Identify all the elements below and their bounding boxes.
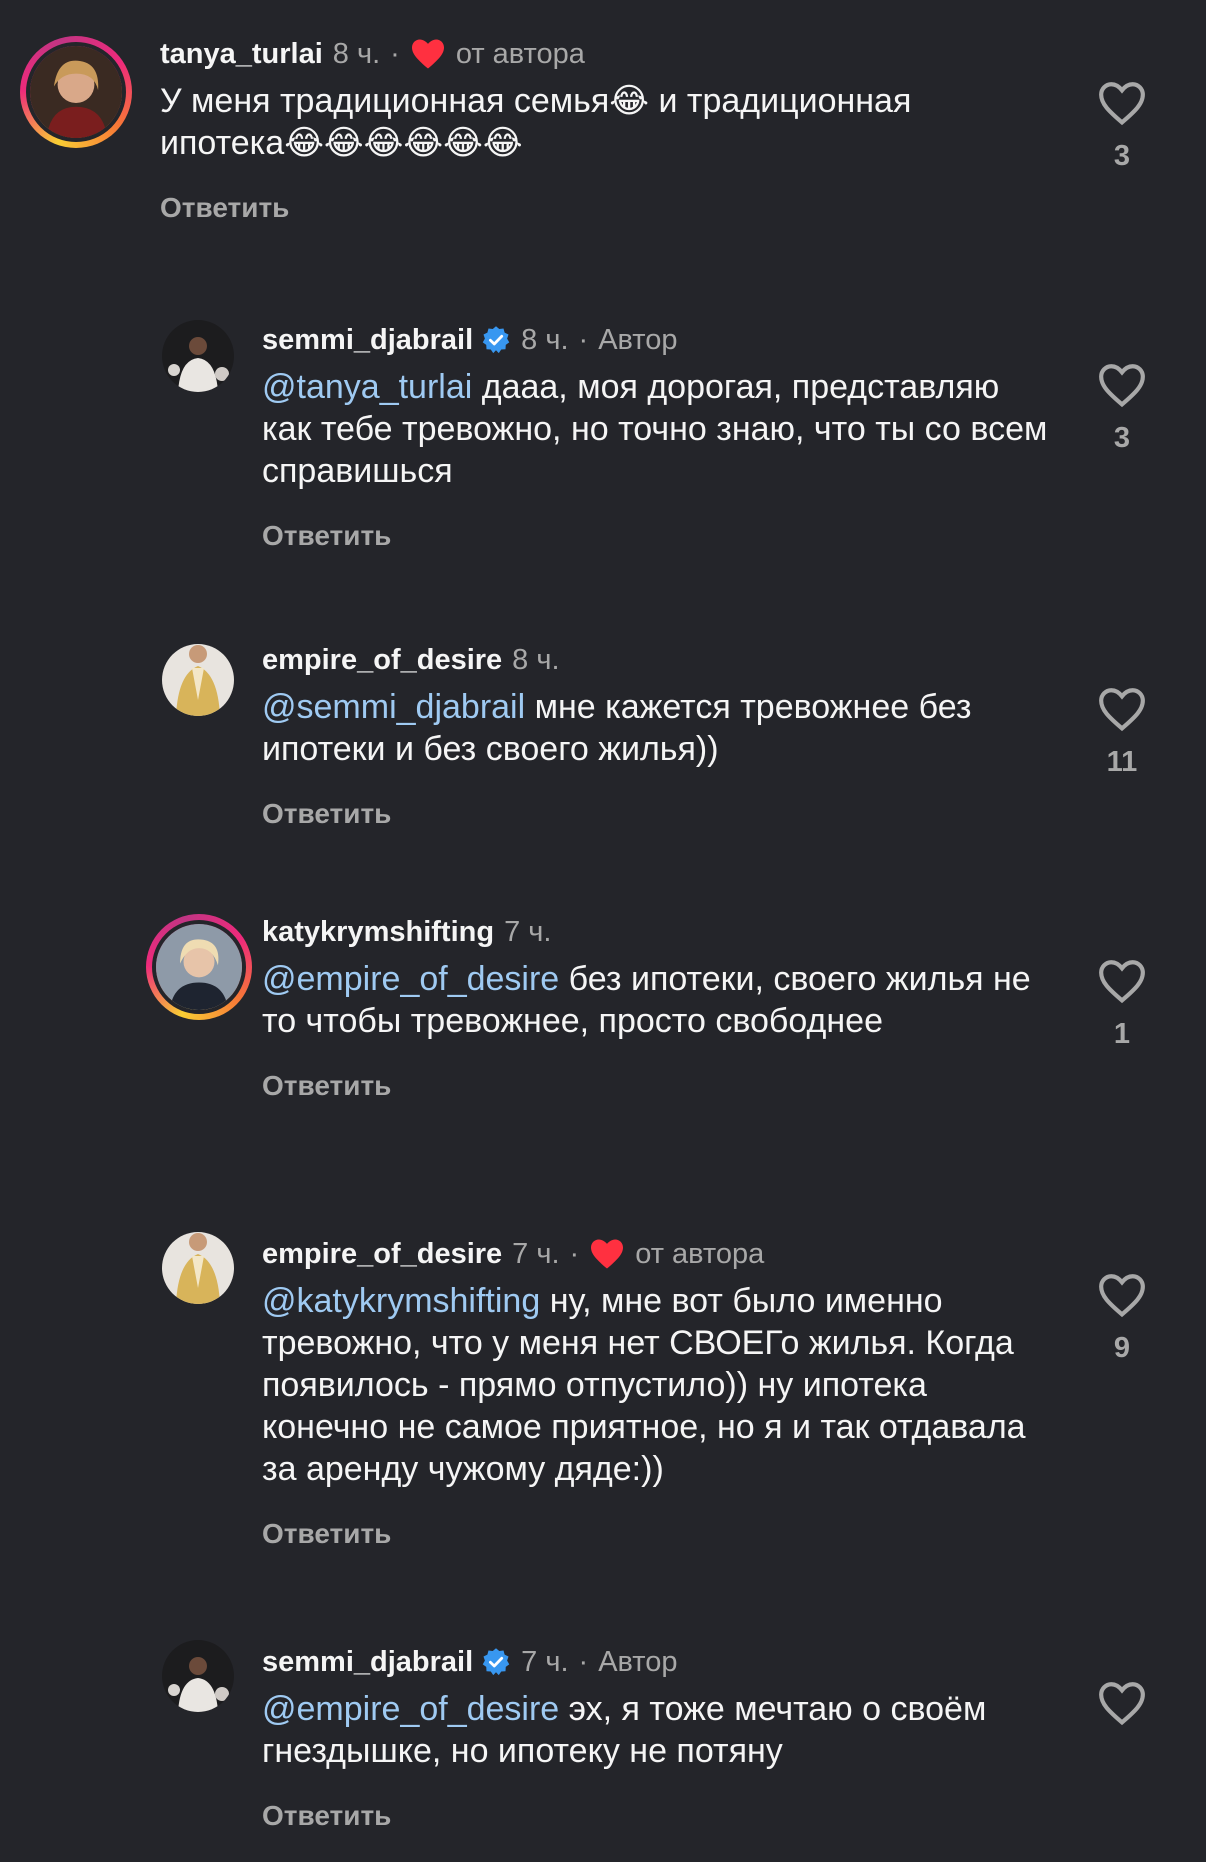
avatar-image: [152, 920, 246, 1014]
liked-by-author-label: от автора: [635, 1238, 765, 1270]
like-button[interactable]: 1: [1092, 958, 1152, 1051]
comment-meta: empire_of_desire 8 ч.: [262, 642, 1052, 678]
comment-meta: semmi_djabrail 7 ч. · Автор: [262, 1644, 1052, 1680]
avatar-image: [162, 320, 234, 392]
author-tag: Автор: [598, 1646, 678, 1678]
separator-dot: ·: [578, 324, 589, 356]
avatar-image: [26, 42, 126, 142]
heart-outline-icon: [1099, 688, 1145, 732]
like-button[interactable]: 3: [1092, 362, 1152, 455]
comment-body: empire_of_desire 7 ч. · от автора @katyk…: [262, 1236, 1062, 1550]
timestamp: 7 ч.: [521, 1646, 569, 1678]
comment-meta: semmi_djabrail 8 ч. · Автор: [262, 322, 1052, 358]
like-count: 11: [1106, 746, 1138, 778]
comment-text-line: ипотека😂😂😂😂😂😂: [160, 124, 523, 162]
avatar-image: [162, 1232, 234, 1304]
username[interactable]: empire_of_desire: [262, 642, 502, 678]
like-count: 3: [1113, 422, 1131, 454]
mention-link[interactable]: @empire_of_desire: [262, 960, 559, 998]
comment-text: @empire_of_desire без ипотеки, своего жи…: [262, 958, 1052, 1042]
comment-text: @empire_of_desire эх, я тоже мечтаю о св…: [262, 1688, 1052, 1772]
timestamp: 7 ч.: [504, 916, 552, 948]
comment-text: У меня традиционная семья😂 и традиционна…: [160, 80, 1060, 164]
like-count: 9: [1113, 1332, 1131, 1364]
avatar-semmi-djabrail[interactable]: [162, 1640, 234, 1712]
heart-filled-icon: [591, 1239, 624, 1269]
avatar-empire-of-desire[interactable]: [162, 1232, 234, 1304]
heart-outline-icon: [1099, 1274, 1145, 1318]
heart-filled-icon: [411, 39, 444, 69]
heart-outline-icon: [1099, 960, 1145, 1004]
avatar-image: [162, 644, 234, 716]
verified-badge-icon: [482, 1648, 510, 1676]
heart-outline-icon: [1099, 364, 1145, 408]
comment-body: semmi_djabrail 7 ч. · Автор @empire_of_d…: [262, 1644, 1052, 1832]
like-button[interactable]: [1092, 1680, 1152, 1726]
username[interactable]: semmi_djabrail: [262, 1644, 473, 1680]
comment-text: @tanya_turlai дааа, моя дорогая, предста…: [262, 366, 1052, 492]
comment-meta: empire_of_desire 7 ч. · от автора: [262, 1236, 1062, 1272]
comment-text-line: У меня традиционная семья😂 и традиционна…: [160, 82, 912, 120]
heart-outline-icon: [1099, 82, 1145, 126]
comment-meta: tanya_turlai 8 ч. · от автора: [160, 36, 1060, 72]
avatar-image: [162, 1640, 234, 1712]
avatar-katykrymshifting[interactable]: [146, 914, 252, 1020]
mention-link[interactable]: @empire_of_desire: [262, 1690, 559, 1728]
username[interactable]: tanya_turlai: [160, 36, 323, 72]
avatar-tanya-turlai[interactable]: [20, 36, 132, 148]
like-button[interactable]: 3: [1092, 80, 1152, 173]
comment-meta: katykrymshifting 7 ч.: [262, 914, 1052, 950]
comment-body: semmi_djabrail 8 ч. · Автор @tanya_turla…: [262, 322, 1052, 552]
like-count: 3: [1113, 140, 1131, 172]
like-button[interactable]: 9: [1092, 1272, 1152, 1365]
timestamp: 7 ч.: [512, 1238, 560, 1270]
comment-body: katykrymshifting 7 ч. @empire_of_desire …: [262, 914, 1052, 1102]
reply-button[interactable]: Ответить: [160, 192, 1060, 224]
avatar-semmi-djabrail[interactable]: [162, 320, 234, 392]
timestamp: 8 ч.: [512, 644, 560, 676]
avatar-empire-of-desire[interactable]: [162, 644, 234, 716]
liked-by-author-label: от автора: [455, 38, 585, 70]
like-button[interactable]: 11: [1092, 686, 1152, 779]
username[interactable]: semmi_djabrail: [262, 322, 473, 358]
verified-badge-icon: [482, 326, 510, 354]
mention-link[interactable]: @katykrymshifting: [262, 1282, 540, 1320]
heart-outline-icon: [1099, 1682, 1145, 1726]
username[interactable]: katykrymshifting: [262, 914, 494, 950]
author-tag: Автор: [598, 324, 678, 356]
reply-button[interactable]: Ответить: [262, 1800, 1052, 1832]
username[interactable]: empire_of_desire: [262, 1236, 502, 1272]
comment-text: @katykrymshifting ну, мне вот было именн…: [262, 1280, 1062, 1490]
reply-button[interactable]: Ответить: [262, 1518, 1062, 1550]
reply-button[interactable]: Ответить: [262, 1070, 1052, 1102]
comment-body: empire_of_desire 8 ч. @semmi_djabrail мн…: [262, 642, 1052, 830]
mention-link[interactable]: @tanya_turlai: [262, 368, 472, 406]
timestamp: 8 ч.: [521, 324, 569, 356]
mention-link[interactable]: @semmi_djabrail: [262, 688, 525, 726]
comment-body: tanya_turlai 8 ч. · от автора У меня тра…: [160, 36, 1060, 224]
reply-button[interactable]: Ответить: [262, 520, 1052, 552]
comment-text: @semmi_djabrail мне кажется тревожнее бе…: [262, 686, 1052, 770]
separator-dot: ·: [569, 1238, 580, 1270]
like-count: 1: [1113, 1018, 1131, 1050]
timestamp: 8 ч.: [332, 38, 381, 70]
reply-button[interactable]: Ответить: [262, 798, 1052, 830]
separator-dot: ·: [578, 1646, 589, 1678]
separator-dot: ·: [390, 38, 400, 70]
